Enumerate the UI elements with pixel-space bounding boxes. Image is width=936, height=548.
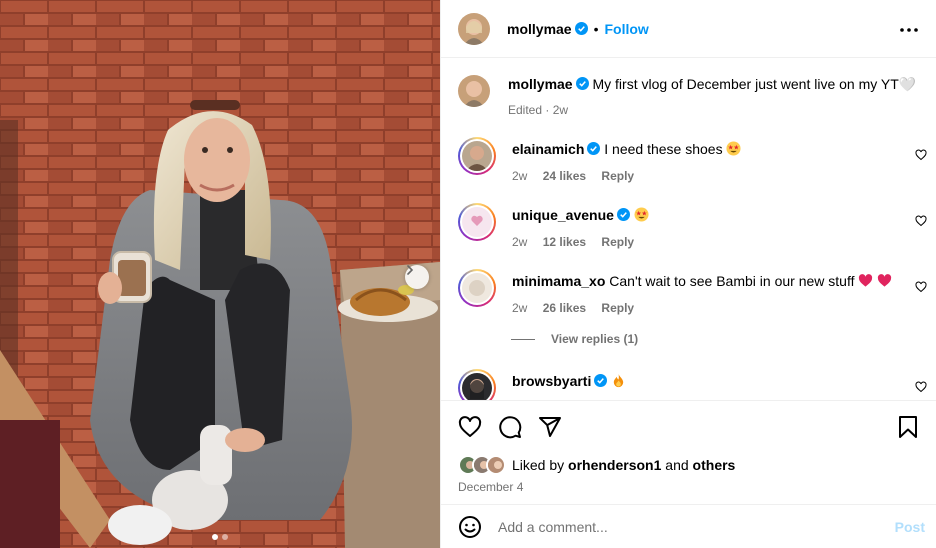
- like-comment-heart-icon[interactable]: [915, 381, 927, 393]
- comment-likes[interactable]: 26 likes: [543, 301, 586, 315]
- post-panel: mollymae • Follow mollymae My first vlog…: [440, 0, 936, 548]
- avatar-image: [458, 12, 490, 45]
- like-comment-heart-icon[interactable]: [915, 281, 927, 293]
- liked-by-others[interactable]: others: [693, 457, 736, 473]
- comment-input[interactable]: [498, 518, 878, 535]
- liked-by-user[interactable]: orhenderson1: [568, 457, 661, 473]
- star-struck-emoji-icon: [634, 207, 649, 222]
- story-ring[interactable]: [458, 137, 496, 175]
- verified-icon: [594, 374, 608, 387]
- caption-username[interactable]: mollymae: [508, 76, 573, 92]
- comment-item: elainamich I need these shoes 2w 24 like…: [458, 137, 741, 185]
- chevron-right-icon: [407, 265, 414, 275]
- avatar: [486, 455, 506, 475]
- next-photo-button[interactable]: [405, 265, 429, 289]
- liked-by-joiner: and: [665, 457, 689, 473]
- carousel-dot: [222, 534, 228, 540]
- more-icon: [900, 28, 918, 32]
- reply-button[interactable]: Reply: [601, 235, 634, 249]
- red-heart-emoji-icon: [859, 274, 873, 287]
- follow-button[interactable]: Follow: [605, 21, 649, 37]
- comment-text: Can't wait to see Bambi in our new stuff: [609, 273, 855, 289]
- divider-line: [511, 338, 535, 340]
- avatar-image: [462, 141, 492, 171]
- liked-by-label: Liked by: [512, 457, 565, 473]
- view-replies-button[interactable]: View replies (1): [511, 332, 638, 346]
- comment-likes[interactable]: 12 likes: [543, 235, 586, 249]
- comments-list[interactable]: mollymae My first vlog of December just …: [441, 59, 936, 400]
- caption: mollymae My first vlog of December just …: [458, 75, 916, 119]
- caption-meta: Edited · 2w: [508, 103, 569, 117]
- like-comment-heart-icon[interactable]: [915, 149, 927, 161]
- avatar-image: [462, 273, 492, 303]
- avatar-image: [462, 207, 492, 237]
- story-ring[interactable]: [458, 369, 496, 400]
- reply-button[interactable]: Reply: [601, 169, 634, 183]
- carousel-dots: [0, 534, 440, 540]
- star-struck-emoji-icon: [726, 141, 741, 156]
- post-actions: Liked by orhenderson1 and others Decembe…: [441, 400, 936, 504]
- view-replies-label: View replies (1): [551, 332, 639, 346]
- comment-age[interactable]: 2w: [512, 235, 527, 249]
- verified-icon: [587, 142, 601, 155]
- comment-item: unique_avenue 2w 12 likes Reply: [458, 203, 649, 251]
- comment-item: browsbyarti: [458, 369, 626, 400]
- comment-username[interactable]: unique_avenue: [512, 207, 614, 223]
- story-ring[interactable]: [458, 269, 496, 307]
- comment-age[interactable]: 2w: [512, 301, 527, 315]
- post-photo[interactable]: [0, 0, 440, 548]
- comment-username[interactable]: minimama_xo: [512, 273, 605, 289]
- reply-button[interactable]: Reply: [601, 301, 634, 315]
- red-heart-emoji-icon: [878, 274, 892, 287]
- add-comment-bar: Post: [441, 504, 936, 548]
- post-comment-button[interactable]: Post: [895, 519, 925, 535]
- comment-username[interactable]: browsbyarti: [512, 373, 591, 389]
- avatar[interactable]: [458, 75, 490, 107]
- comment-likes[interactable]: 24 likes: [543, 169, 586, 183]
- post-date[interactable]: December 4: [458, 480, 523, 494]
- comment-username[interactable]: elainamich: [512, 141, 584, 157]
- comment-item: minimama_xo Can't wait to see Bambi in o…: [458, 269, 892, 317]
- bookmark-icon[interactable]: [896, 415, 920, 439]
- heart-icon[interactable]: [458, 415, 482, 439]
- comment-age[interactable]: 2w: [512, 169, 527, 183]
- fire-emoji-icon: [614, 373, 624, 388]
- emoji-icon[interactable]: [458, 515, 482, 539]
- avatar-image: [458, 75, 490, 107]
- post-dialog: mollymae • Follow mollymae My first vlog…: [0, 0, 936, 548]
- photo-illustration: [0, 0, 440, 548]
- more-options-button[interactable]: [897, 18, 921, 42]
- verified-icon: [575, 77, 589, 90]
- post-header: mollymae • Follow: [441, 0, 936, 58]
- caption-text: My first vlog of December just went live…: [592, 76, 917, 92]
- comment-icon[interactable]: [498, 415, 522, 439]
- carousel-dot: [212, 534, 218, 540]
- verified-icon: [616, 208, 630, 221]
- share-icon[interactable]: [538, 415, 562, 439]
- like-comment-heart-icon[interactable]: [915, 215, 927, 227]
- avatar[interactable]: [458, 12, 490, 45]
- comment-text: I need these shoes: [604, 141, 723, 157]
- verified-icon: [574, 22, 588, 35]
- separator: •: [593, 20, 599, 37]
- likes-summary: Liked by orhenderson1 and others: [458, 455, 735, 475]
- author-username[interactable]: mollymae: [507, 21, 572, 37]
- avatar-image: [462, 373, 492, 400]
- story-ring[interactable]: [458, 203, 496, 241]
